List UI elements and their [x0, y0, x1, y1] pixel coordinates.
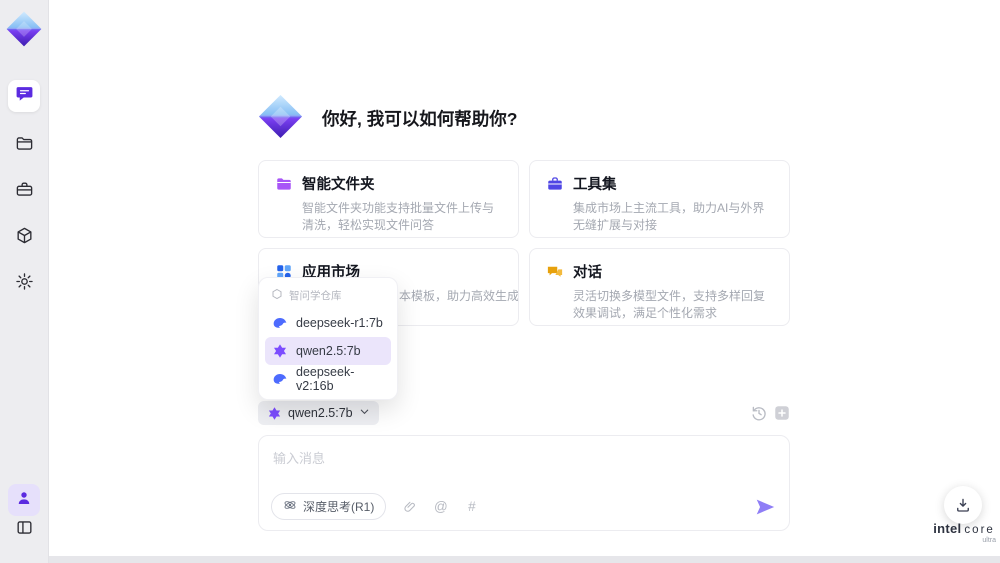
cube-icon	[15, 226, 34, 250]
card-desc: 集成市场上主流工具，助力AI与外界无缝扩展与对接	[573, 201, 765, 233]
attachment-icon[interactable]	[402, 499, 417, 514]
atom-icon	[283, 498, 297, 515]
model-dropdown: 智问学仓库 deepseek-r1:7b qwen2.5:7b deepseek…	[258, 277, 398, 400]
conversation-icon	[546, 263, 564, 281]
mention-icon[interactable]: @	[433, 499, 448, 514]
sidebar-item-account[interactable]	[8, 484, 40, 516]
model-dropdown-header: 智问学仓库	[265, 284, 391, 309]
deepseek-logo-icon	[272, 315, 288, 331]
message-input[interactable]	[259, 436, 789, 488]
sidebar-item-toolbox[interactable]	[8, 176, 40, 208]
model-option-deepseek-v2[interactable]: deepseek-v2:16b	[265, 365, 391, 393]
model-option-deepseek-r1[interactable]: deepseek-r1:7b	[265, 309, 391, 337]
briefcase-icon	[15, 180, 34, 204]
card-desc: 智能文件夹功能支持批量文件上传与清洗，轻松实现文件问答	[302, 201, 495, 233]
download-button[interactable]	[944, 486, 982, 524]
card-desc: 灵活切换多模型文件，支持多样回复效果调试，满足个性化需求	[573, 289, 766, 321]
qwen-logo-icon	[272, 343, 288, 359]
toolset-icon	[546, 175, 564, 193]
window-bottom-edge	[0, 556, 1000, 563]
deepseek-logo-icon	[272, 371, 288, 387]
hash-icon[interactable]: #	[464, 499, 479, 514]
smart-folder-icon	[275, 175, 293, 193]
sidebar-item-folders[interactable]	[8, 130, 40, 162]
repository-icon	[271, 288, 283, 303]
card-title: 工具集	[573, 177, 617, 193]
card-title: 对话	[573, 265, 602, 281]
folder-icon	[15, 134, 34, 158]
model-dropdown-header-label: 智问学仓库	[289, 290, 342, 302]
card-conversation[interactable]: 对话 灵活切换多模型文件，支持多样回复效果调试，满足个性化需求	[529, 248, 790, 326]
model-selector[interactable]: qwen2.5:7b	[258, 401, 379, 425]
panel-toggle-icon	[15, 518, 34, 542]
model-option-label: qwen2.5:7b	[296, 344, 361, 358]
gear-icon	[15, 272, 34, 296]
sidebar-item-settings[interactable]	[8, 268, 40, 300]
app-logo-icon	[5, 10, 43, 48]
send-button[interactable]	[754, 496, 776, 518]
app-window: 你好, 我可以如何帮助你? 智能文件夹 智能文件夹功能支持批量文件上传与清洗，轻…	[0, 0, 1000, 563]
card-title: 智能文件夹	[302, 177, 375, 193]
new-chat-button[interactable]	[773, 404, 791, 422]
chat-icon	[15, 84, 34, 108]
deep-think-label: 深度思考(R1)	[303, 500, 375, 514]
sidebar	[0, 0, 49, 563]
qwen-logo-icon	[267, 406, 282, 421]
sidebar-item-models[interactable]	[8, 222, 40, 254]
intel-wordmark: intel	[933, 521, 962, 536]
card-toolset[interactable]: 工具集 集成市场上主流工具，助力AI与外界无缝扩展与对接	[529, 160, 790, 238]
deep-think-button[interactable]: 深度思考(R1)	[271, 493, 387, 520]
greeting-text: 你好, 我可以如何帮助你?	[322, 109, 518, 129]
sidebar-item-chat[interactable]	[8, 80, 40, 112]
model-option-label: deepseek-r1:7b	[296, 316, 383, 330]
card-smart-folder[interactable]: 智能文件夹 智能文件夹功能支持批量文件上传与清洗，轻松实现文件问答	[258, 160, 519, 238]
model-selector-label: qwen2.5:7b	[288, 406, 353, 420]
greeting-logo-icon	[257, 93, 304, 140]
chevron-down-icon	[359, 406, 370, 420]
message-composer: 深度思考(R1) @ #	[258, 435, 790, 531]
composer-toolbar: 深度思考(R1) @ #	[271, 493, 479, 520]
user-icon	[15, 489, 33, 512]
core-wordmark: core	[964, 524, 995, 536]
tier-label: ultra	[982, 537, 996, 544]
sidebar-item-panel-toggle[interactable]	[8, 514, 40, 546]
intel-core-badge: intel core ultra	[926, 521, 1000, 544]
model-option-qwen[interactable]: qwen2.5:7b	[265, 337, 391, 365]
history-button[interactable]	[750, 404, 768, 422]
model-option-label: deepseek-v2:16b	[296, 365, 355, 393]
